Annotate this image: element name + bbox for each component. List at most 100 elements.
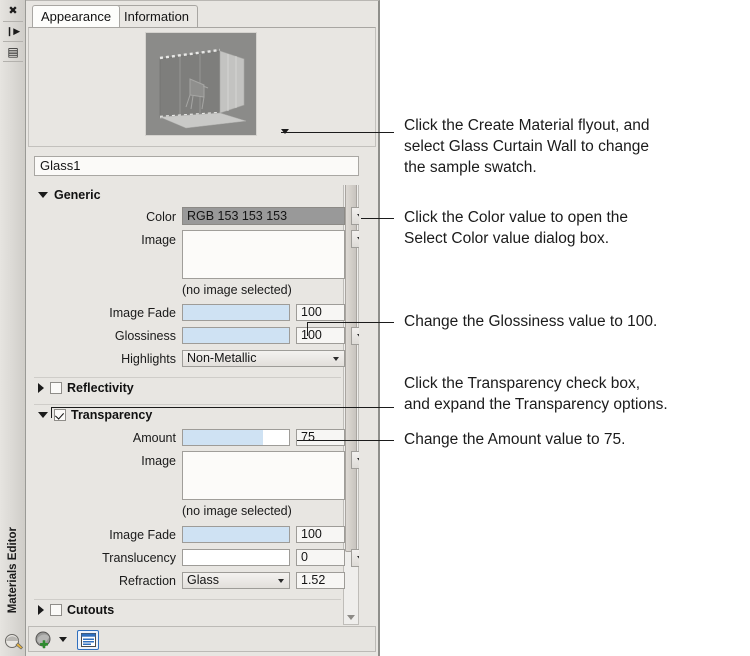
transparency-checkbox[interactable] [54, 408, 66, 421]
color-value-swatch[interactable]: RGB 153 153 153 [182, 207, 345, 225]
section-generic-label: Generic [54, 188, 101, 202]
vbar-divider-2 [3, 41, 23, 42]
annotation-glossiness: Change the Glossiness value to 100. [404, 313, 658, 330]
label-amount: Amount [132, 431, 176, 445]
annotation-color-value: Click the Color value to open the Select… [404, 209, 629, 247]
chevron-down-icon [356, 214, 359, 218]
row-color: Color RGB 153 153 153 [34, 207, 359, 228]
toggle-document-materials-button[interactable] [77, 629, 99, 650]
generic-image-fade-value[interactable]: 100 [296, 304, 345, 321]
tab-appearance[interactable]: Appearance [32, 5, 121, 27]
document-materials-icon [80, 632, 96, 647]
label-glossiness: Glossiness [114, 329, 176, 343]
chevron-down-icon [356, 556, 359, 560]
transparency-image-fade-value[interactable]: 100 [296, 526, 345, 543]
label-refraction: Refraction [119, 574, 176, 588]
annotation-amount: Change the Amount value to 75. [404, 431, 626, 448]
generic-image-box[interactable] [182, 230, 345, 279]
section-transparency-label: Transparency [71, 407, 153, 422]
row-highlights: Highlights Non-Metallic [34, 349, 345, 370]
chevron-right-icon[interactable] [38, 604, 44, 615]
label-generic-image-fade: Image Fade [109, 306, 176, 320]
close-icon[interactable]: ✖ [4, 3, 22, 20]
auto-hide-icon[interactable]: ❙▶ [4, 23, 22, 40]
leader-line-transparency [51, 407, 394, 408]
slider-fill [183, 305, 289, 320]
generic-image-fade-slider[interactable] [182, 304, 290, 321]
chevron-down-icon [356, 458, 359, 462]
leader-line-color-value [361, 218, 394, 219]
row-generic-image: Image [34, 230, 359, 279]
label-color: Color [146, 210, 176, 224]
cutouts-checkbox[interactable] [50, 603, 62, 616]
chevron-down-icon[interactable] [38, 411, 48, 418]
translucency-dropdown-button[interactable] [351, 549, 359, 567]
chevron-down-icon [356, 334, 359, 338]
section-reflectivity[interactable]: Reflectivity [34, 377, 341, 397]
reflectivity-checkbox[interactable] [50, 381, 62, 394]
label-highlights: Highlights [121, 352, 176, 366]
label-transparency-image-fade: Image Fade [109, 528, 176, 542]
row-generic-image-fade: Image Fade 100 [34, 303, 345, 324]
material-name-input[interactable]: Glass1 [34, 156, 359, 176]
generic-image-status: (no image selected) [182, 283, 292, 297]
translucency-value[interactable]: 0 [296, 549, 345, 566]
row-transparency-image: Image [34, 451, 359, 500]
materials-browser-icon[interactable] [3, 630, 24, 651]
chevron-down-icon [278, 579, 284, 583]
refraction-preset-combobox[interactable]: Glass [182, 572, 290, 589]
slider-fill [183, 430, 263, 445]
leader-elbow-glossiness-vertical [307, 322, 308, 336]
row-transparency-image-fade: Image Fade 100 [34, 525, 345, 546]
leader-line-create-material [281, 132, 394, 133]
row-translucency: Translucency 0 [34, 548, 359, 569]
tab-strip: Appearance Information [26, 5, 378, 27]
chevron-down-icon [333, 357, 339, 361]
section-reflectivity-label: Reflectivity [67, 380, 134, 395]
row-amount: Amount 75 [34, 428, 345, 449]
materials-editor-palette: ✖ ❙▶ ▤ Materials Editor Appearance Infor… [0, 0, 380, 656]
color-dropdown-button[interactable] [351, 207, 359, 225]
glossiness-slider[interactable] [182, 327, 290, 344]
palette-title-bar: ✖ ❙▶ ▤ Materials Editor [0, 0, 26, 656]
slider-fill [183, 527, 289, 542]
highlights-value: Non-Metallic [187, 351, 257, 365]
generic-image-dropdown-button[interactable] [351, 230, 359, 248]
chevron-down-icon[interactable] [38, 192, 48, 198]
label-generic-image: Image [141, 233, 176, 247]
transparency-image-box[interactable] [182, 451, 345, 500]
leader-elbow-transparency-vertical [51, 407, 52, 418]
section-cutouts[interactable]: Cutouts [34, 599, 341, 619]
transparency-image-fade-slider[interactable] [182, 526, 290, 543]
amount-value[interactable]: 75 [296, 429, 345, 446]
create-material-flyout-arrow-icon[interactable] [59, 637, 67, 642]
material-sample-swatch[interactable] [145, 32, 257, 136]
annotation-transparency-checkbox: Click the Transparency check box, and ex… [404, 375, 668, 413]
scroll-down-arrow-icon[interactable] [344, 611, 358, 624]
annotation-create-material-flyout: Click the Create Material flyout, and se… [404, 117, 650, 176]
chevron-right-icon[interactable] [38, 382, 44, 393]
amount-slider[interactable] [182, 429, 290, 446]
palette-title-text: Materials Editor [7, 526, 19, 613]
row-glossiness: Glossiness 100 [34, 326, 359, 347]
glossiness-value[interactable]: 100 [296, 327, 345, 344]
glossiness-dropdown-button[interactable] [351, 327, 359, 345]
chevron-down-icon [356, 237, 359, 241]
row-refraction: Refraction Glass 1.52 [34, 571, 345, 592]
leader-line-glossiness [307, 322, 394, 323]
palette-bottom-toolbar [28, 626, 376, 652]
sample-swatch-pane [28, 27, 376, 147]
transparency-image-dropdown-button[interactable] [351, 451, 359, 469]
create-material-button[interactable] [34, 629, 67, 650]
section-generic[interactable]: Generic [34, 185, 341, 205]
highlights-combobox[interactable]: Non-Metallic [182, 350, 345, 367]
refraction-index-value[interactable]: 1.52 [296, 572, 345, 589]
translucency-slider[interactable] [182, 549, 290, 566]
panel-properties-icon[interactable]: ▤ [4, 43, 22, 60]
palette-frame: Appearance Information Glass1 Generic Co… [26, 0, 380, 656]
tab-information[interactable]: Information [115, 5, 199, 27]
refraction-preset-value: Glass [187, 573, 219, 587]
vbar-divider-1 [3, 21, 23, 22]
label-transparency-image: Image [141, 454, 176, 468]
section-cutouts-label: Cutouts [67, 602, 115, 617]
